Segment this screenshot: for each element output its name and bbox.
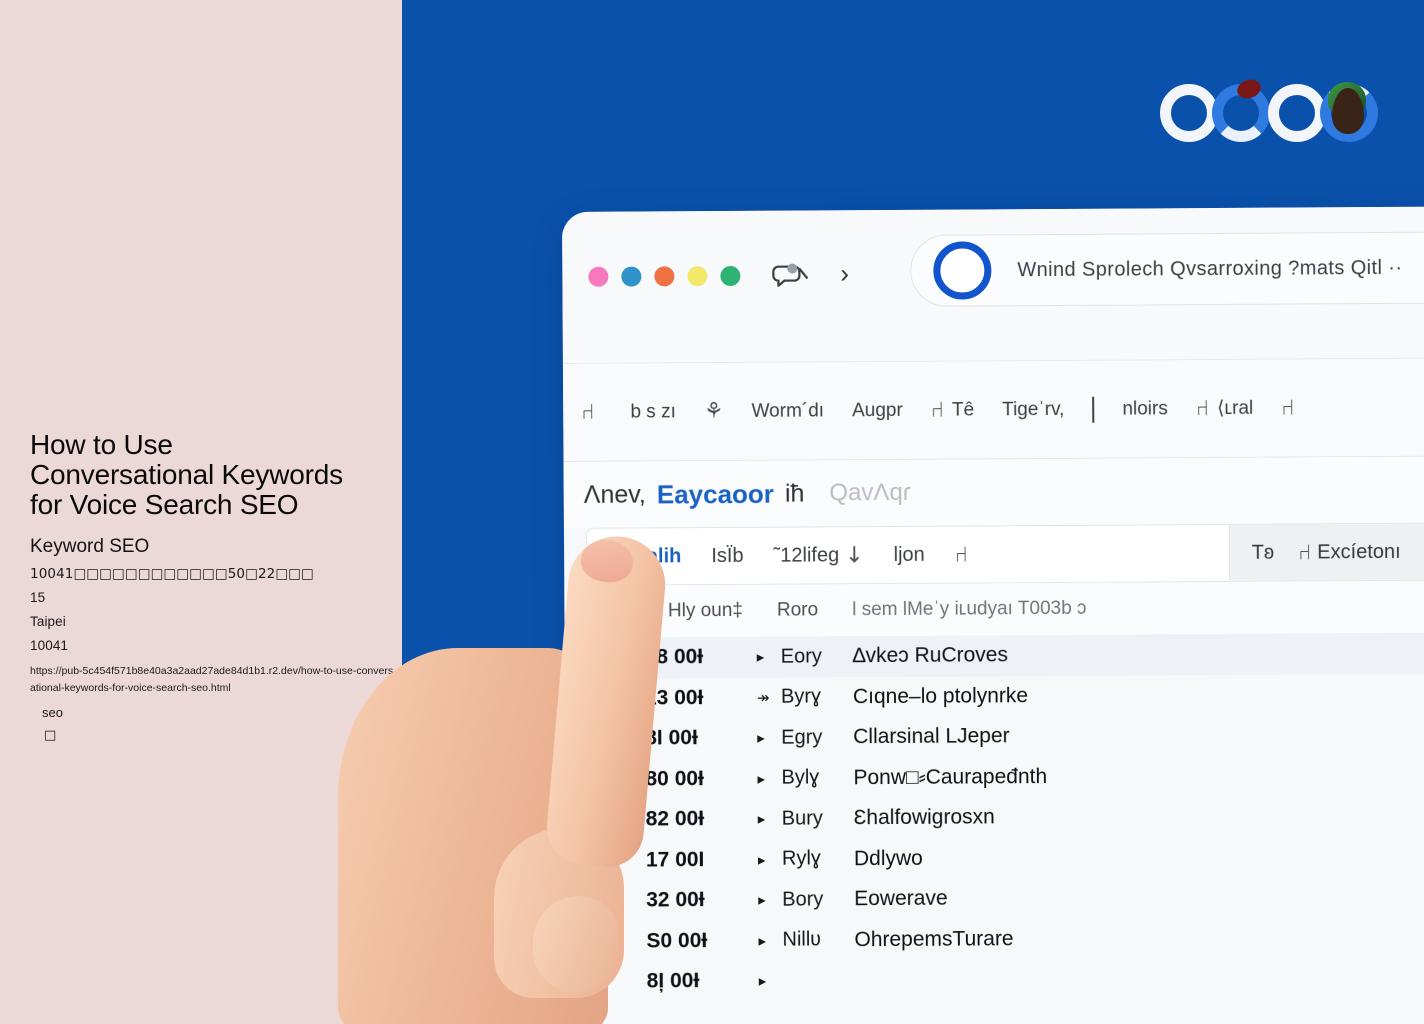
toolbar-label-5: Tê: [951, 398, 975, 421]
row-trend-arrow-icon: ▸: [757, 851, 766, 869]
toolbar-label-1: b s zı: [630, 400, 676, 423]
toolbar-label-8: ⟨ʟral: [1216, 397, 1254, 420]
filter-tail-label-0: Tʚ: [1251, 541, 1275, 564]
toolbar-item-1[interactable]: b s zı: [630, 401, 676, 423]
toolbar-icon-0: ⑁: [581, 399, 595, 425]
row-metric: Rylɣ: [781, 847, 821, 870]
filter-label-2: ljon: [893, 543, 925, 566]
toolbar-item-9[interactable]: ⑁: [1281, 396, 1294, 421]
row-keyword: Cıqne–lo ptolynrke: [852, 683, 1029, 708]
row-metric: Bory: [782, 888, 824, 911]
row-trend-arrow-icon: ▸: [758, 932, 767, 950]
filter-tail-item-1[interactable]: ⑁ Excíetonı: [1298, 539, 1401, 565]
tag-glyph-icon: □: [44, 728, 57, 743]
hand-index-finger: [543, 532, 670, 870]
toolbar-icon-8: ⑁: [1195, 396, 1210, 422]
heading-part-d: QavΛqɾ: [829, 478, 911, 507]
filter-tail-icon-1: ⑁: [1297, 539, 1312, 566]
filter-item-2[interactable]: ljon: [894, 543, 925, 566]
row-keyword: Ponw□⸗Caurapeđnth: [853, 764, 1048, 789]
toolbar-item-0[interactable]: ⑁: [581, 400, 602, 425]
profile-ring-icon[interactable]: [933, 241, 992, 300]
row-metric: Bury: [781, 807, 823, 830]
toolbar-item-2[interactable]: ⚘: [704, 399, 724, 424]
toolbar-label-4: Augpr: [851, 399, 903, 421]
row-keyword: Ɛhalfowigrosxn: [853, 805, 995, 830]
hand-thumb-tip: [533, 896, 619, 992]
chevron-down-icon: ↓: [845, 542, 864, 568]
filter-label-1: ˜12lifeg: [773, 543, 840, 567]
row-trend-arrow-icon: ▸: [758, 892, 766, 910]
tag-seo[interactable]: seo: [42, 705, 63, 720]
window-controls[interactable]: [588, 265, 741, 287]
page-toolbar[interactable]: ⑁ b s zı ⚘ Worm´dı Augpr ⑁ Tê Tigeˈrv, n…: [562, 358, 1424, 462]
row-trend-arrow-icon: ↠: [756, 689, 770, 707]
window-dot-2[interactable]: [621, 266, 642, 287]
window-dot-4[interactable]: [687, 266, 708, 287]
row-metric: Byrɣ: [780, 685, 822, 708]
row-keyword: OhrepemsTurare: [854, 927, 1014, 951]
toolbar-icon-5: ⑁: [930, 397, 945, 423]
omnibox-value: Wnind Sprolech Qvsarroxing ?mats Qitl ··: [1017, 256, 1403, 281]
toolbar-label-6: Tigeˈrv,: [1002, 398, 1065, 420]
row-trend-arrow-icon: ▸: [756, 649, 765, 667]
address-postcode: 10041: [30, 638, 69, 653]
filter-item-1[interactable]: ˜12lifeg ↓: [773, 542, 864, 569]
toolbar-icon-9: ⑁: [1281, 395, 1295, 421]
row-metric: Bylɣ: [781, 766, 820, 789]
column-header-3: l sem lMeˈy iʟudyaı T003b ɔ: [852, 597, 1087, 621]
article-subtitle: Keyword SEO: [30, 536, 150, 557]
window-dot-5[interactable]: [720, 265, 741, 287]
address-city: Taipei: [30, 614, 66, 629]
row-trend-arrow-icon: ▸: [757, 811, 766, 829]
row-trend-arrow-icon: ▸: [757, 730, 765, 748]
omnibox[interactable]: Wnind Sprolech Qvsarroxing ?mats Qitl ··: [910, 230, 1424, 307]
heading-part-b: Eaycaoor: [656, 478, 775, 509]
garbled-brand-logo-icon: [1160, 76, 1378, 148]
article-url[interactable]: https://pub-5c454f571b8e40a3a2aad27ade84…: [30, 663, 395, 697]
row-metric: Nillʋ: [782, 928, 822, 951]
address-line: 10041□□□□□□□□□□□□50□22□□□: [30, 566, 314, 582]
page-title: How to Use Conversational Keywords for V…: [30, 429, 343, 520]
screenshot-root: › Wnind Sprolech Qvsarroxing ?mats Qitl …: [0, 0, 1424, 1024]
address-number: 15: [30, 590, 46, 605]
column-header-2: Roro: [776, 599, 819, 621]
row-keyword: Eowerave: [854, 886, 948, 911]
row-keyword: Cllarsinal LJeper: [853, 724, 1010, 749]
toolbar-item-7[interactable]: nloirs: [1122, 398, 1168, 420]
toolbar-item-3[interactable]: Worm´dı: [751, 400, 824, 422]
row-metric: Egry: [781, 726, 823, 749]
toolbar-label-7: nloirs: [1122, 397, 1168, 420]
toolbar-item-4[interactable]: Augpr: [852, 399, 903, 421]
row-keyword: ∆vkeɔ RuCroves: [852, 643, 1009, 668]
navigation-icons: ›: [770, 258, 849, 289]
filter-bar-tail[interactable]: Tʚ ⑁ Excíetonı ↓: [1228, 523, 1424, 581]
forward-arrow-icon[interactable]: ›: [840, 258, 849, 288]
filter-item-3[interactable]: ⑁: [955, 542, 968, 567]
window-dot-1[interactable]: [588, 266, 609, 287]
row-trend-arrow-icon: ▸: [757, 770, 766, 788]
page-heading: Λnev, Eaycaoor iħ QavΛqɾ: [563, 456, 1424, 528]
filter-tail-item-0[interactable]: Tʚ: [1252, 541, 1275, 564]
toolbar-item-8[interactable]: ⑁ ⟨ʟral: [1196, 396, 1254, 421]
window-dot-3[interactable]: [654, 266, 675, 287]
filter-icon-3: ⑁: [954, 542, 969, 568]
toolbar-item-6[interactable]: Tigeˈrv,: [1002, 398, 1064, 420]
tab-group-icon[interactable]: [770, 260, 810, 289]
toolbar-divider: [1092, 396, 1095, 423]
toolbar-item-5[interactable]: ⑁ Tê: [930, 397, 975, 423]
heading-part-a: Λnev,: [583, 479, 646, 509]
row-keyword: Ddlywo: [853, 846, 923, 870]
browser-chrome-bar: › Wnind Sprolech Qvsarroxing ?mats Qitl …: [562, 206, 1424, 364]
row-metric: Eory: [780, 645, 822, 668]
heading-part-c: iħ: [784, 479, 805, 508]
pointing-hand-cursor: [338, 528, 728, 1024]
article-block: How to Use Conversational Keywords for V…: [30, 430, 410, 697]
logo-ring-3: [1268, 84, 1326, 142]
filter-tail-label-1: Excíetonı: [1317, 540, 1401, 563]
toolbar-icon-2: ⚘: [703, 399, 724, 425]
row-trend-arrow-icon: ▸: [758, 973, 767, 991]
toolbar-label-3: Worm´dı: [751, 399, 825, 422]
logo-ring-1: [1160, 84, 1218, 142]
